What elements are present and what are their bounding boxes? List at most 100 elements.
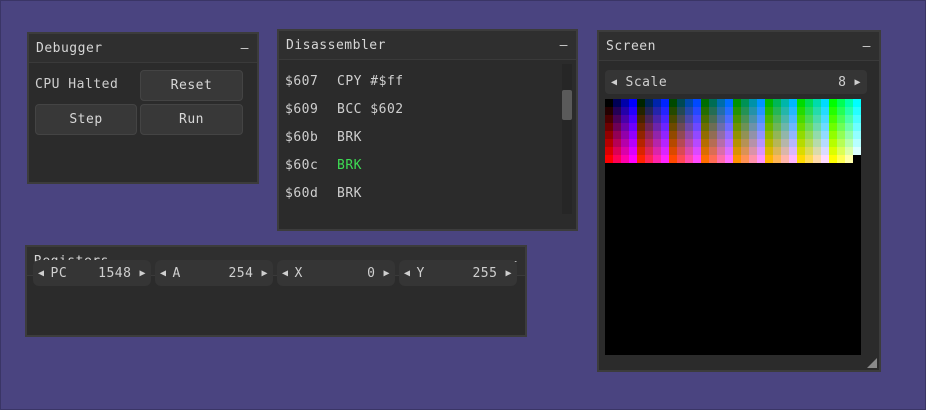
- register-pc[interactable]: ◀ PC 1548 ▶: [33, 260, 151, 286]
- disassembler-scrollbar[interactable]: [562, 64, 572, 214]
- register-y[interactable]: ◀ Y 255 ▶: [399, 260, 517, 286]
- screen-pixel: [781, 99, 789, 107]
- screen-pixel: [733, 99, 741, 107]
- screen-pixel: [765, 139, 773, 147]
- screen-pixel: [629, 99, 637, 107]
- screen-pixel: [677, 139, 685, 147]
- screen-pixel: [725, 123, 733, 131]
- screen-pixel: [765, 147, 773, 155]
- increment-icon[interactable]: ▶: [505, 268, 512, 279]
- screen-pixel: [653, 123, 661, 131]
- screen-pixel: [677, 115, 685, 123]
- screen-pixel: [805, 107, 813, 115]
- register-name: X: [294, 265, 303, 281]
- screen-pixel: [797, 155, 805, 163]
- screen-pixel: [757, 99, 765, 107]
- register-value[interactable]: 0: [327, 266, 376, 281]
- scale-decrease-icon[interactable]: ◀: [611, 77, 618, 88]
- screen-pixel: [725, 147, 733, 155]
- scale-label: Scale: [625, 74, 668, 90]
- screen-pixel: [733, 123, 741, 131]
- screen-pixel: [677, 155, 685, 163]
- screen-pixel: [829, 123, 837, 131]
- decrement-icon[interactable]: ◀: [160, 268, 167, 279]
- screen-pixel: [805, 147, 813, 155]
- debugger-collapse-button[interactable]: –: [241, 41, 249, 56]
- disasm-address: $60b: [285, 130, 319, 145]
- screen-pixel: [637, 155, 645, 163]
- disassembler-scrollbar-thumb[interactable]: [562, 90, 572, 120]
- screen-pixel: [709, 115, 717, 123]
- screen-pixel: [741, 147, 749, 155]
- decrement-icon[interactable]: ◀: [404, 268, 411, 279]
- decrement-icon[interactable]: ◀: [38, 268, 45, 279]
- screen-pixel: [837, 155, 845, 163]
- screen-pixel: [845, 107, 853, 115]
- screen-pixel: [645, 107, 653, 115]
- register-value[interactable]: 254: [205, 266, 254, 281]
- screen-pixel: [829, 115, 837, 123]
- screen-pixel: [677, 107, 685, 115]
- increment-icon[interactable]: ▶: [139, 268, 146, 279]
- screen-pixel: [685, 99, 693, 107]
- disassembler-titlebar[interactable]: Disassembler –: [279, 31, 576, 60]
- screen-pixel: [805, 123, 813, 131]
- register-x[interactable]: ◀ X 0 ▶: [277, 260, 395, 286]
- screen-pixel: [701, 139, 709, 147]
- debugger-titlebar[interactable]: Debugger –: [29, 34, 257, 63]
- screen-pixel: [685, 123, 693, 131]
- scale-stepper[interactable]: ◀ Scale 8 ▶: [605, 70, 867, 94]
- run-button[interactable]: Run: [140, 104, 243, 135]
- screen-pixel: [669, 115, 677, 123]
- disassembler-collapse-button[interactable]: –: [560, 38, 568, 53]
- disassembler-title: Disassembler: [286, 37, 386, 53]
- screen-pixel: [613, 107, 621, 115]
- screen-pixel: [845, 123, 853, 131]
- screen-pixel: [837, 115, 845, 123]
- disasm-line-current: $60c BRK: [285, 158, 362, 173]
- screen-pixel: [709, 147, 717, 155]
- screen-pixel: [645, 115, 653, 123]
- screen-pixel: [765, 107, 773, 115]
- screen-pixel: [637, 131, 645, 139]
- disassembly-list[interactable]: $607 CPY #$ff $609 BCC $602 $60b BRK $60…: [279, 60, 576, 228]
- screen-pixel: [773, 139, 781, 147]
- screen-canvas[interactable]: [605, 99, 861, 355]
- screen-titlebar[interactable]: Screen –: [599, 32, 879, 61]
- increment-icon[interactable]: ▶: [383, 268, 390, 279]
- register-a[interactable]: ◀ A 254 ▶: [155, 260, 273, 286]
- reset-button[interactable]: Reset: [140, 70, 243, 101]
- register-value[interactable]: 1548: [83, 266, 132, 281]
- screen-pixel: [605, 99, 613, 107]
- screen-pixel: [693, 147, 701, 155]
- screen-pixel: [621, 155, 629, 163]
- screen-pixel: [773, 99, 781, 107]
- register-value[interactable]: 255: [449, 266, 498, 281]
- disasm-address: $609: [285, 102, 319, 117]
- screen-pixel: [797, 139, 805, 147]
- screen-pixel: [717, 131, 725, 139]
- screen-pixel: [717, 99, 725, 107]
- screen-collapse-button[interactable]: –: [863, 39, 871, 54]
- resize-grip-icon[interactable]: [867, 358, 877, 368]
- screen-pixel: [605, 123, 613, 131]
- increment-icon[interactable]: ▶: [261, 268, 268, 279]
- screen-pixel: [837, 123, 845, 131]
- screen-pixel: [757, 115, 765, 123]
- screen-pixel: [765, 115, 773, 123]
- screen-pixel: [661, 99, 669, 107]
- screen-pixel: [677, 147, 685, 155]
- screen-pixel: [757, 139, 765, 147]
- screen-pixel: [653, 139, 661, 147]
- scale-increase-icon[interactable]: ▶: [854, 77, 861, 88]
- decrement-icon[interactable]: ◀: [282, 268, 289, 279]
- screen-pixel: [669, 147, 677, 155]
- screen-pixel: [733, 107, 741, 115]
- screen-pixel: [781, 123, 789, 131]
- step-button[interactable]: Step: [35, 104, 137, 135]
- screen-pixel: [605, 155, 613, 163]
- screen-pixel: [669, 107, 677, 115]
- screen-pixel: [741, 155, 749, 163]
- screen-pixel: [709, 139, 717, 147]
- screen-pixel: [741, 131, 749, 139]
